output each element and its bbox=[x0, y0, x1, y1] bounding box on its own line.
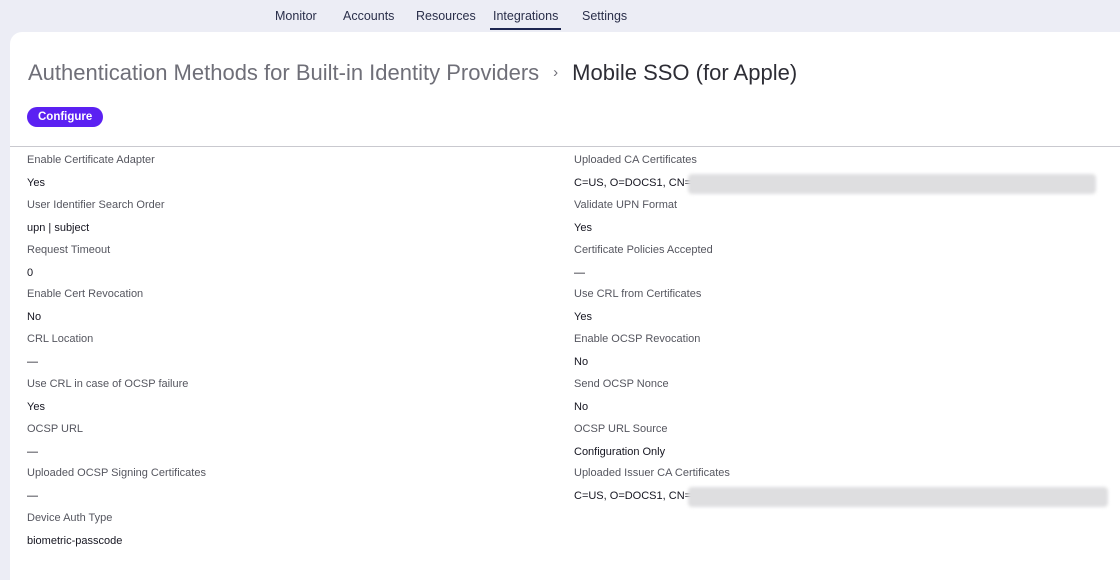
field-label: Enable Cert Revocation bbox=[27, 288, 144, 300]
field-certificate-policies-accepted: Certificate Policies Accepted — bbox=[574, 244, 713, 279]
breadcrumb-parent-link[interactable]: Authentication Methods for Built-in Iden… bbox=[28, 60, 539, 86]
field-value: — bbox=[574, 267, 585, 279]
breadcrumb: Authentication Methods for Built-in Iden… bbox=[28, 60, 797, 86]
field-label: Validate UPN Format bbox=[574, 199, 678, 211]
field-value: Yes bbox=[27, 401, 45, 413]
field-value: Configuration Only bbox=[574, 446, 666, 458]
field-label: Uploaded Issuer CA Certificates bbox=[574, 467, 730, 479]
tab-accounts[interactable]: Accounts bbox=[343, 9, 394, 23]
field-label: Use CRL from Certificates bbox=[574, 288, 702, 300]
field-crl-location: CRL Location — bbox=[27, 333, 93, 368]
field-label: Device Auth Type bbox=[27, 512, 113, 524]
tab-settings[interactable]: Settings bbox=[582, 9, 627, 23]
field-enable-cert-revocation: Enable Cert Revocation No bbox=[27, 288, 143, 323]
field-value: 0 bbox=[27, 267, 34, 279]
field-value: — bbox=[27, 356, 38, 368]
field-label: User Identifier Search Order bbox=[27, 199, 165, 211]
field-value: C=US, O=DOCS1, CN= bbox=[574, 177, 692, 189]
field-send-ocsp-nonce: Send OCSP Nonce No bbox=[574, 378, 669, 413]
page-title: Mobile SSO (for Apple) bbox=[572, 60, 798, 85]
field-value: No bbox=[27, 311, 42, 323]
field-label: Uploaded OCSP Signing Certificates bbox=[27, 467, 206, 479]
field-enable-ocsp-revocation: Enable OCSP Revocation No bbox=[574, 333, 700, 368]
field-label: Enable OCSP Revocation bbox=[574, 333, 701, 345]
chevron-right-icon: › bbox=[553, 63, 559, 81]
field-label: Certificate Policies Accepted bbox=[574, 244, 713, 256]
field-label: Enable Certificate Adapter bbox=[27, 154, 155, 166]
redacted-value bbox=[688, 174, 1096, 194]
redacted-value bbox=[688, 487, 1108, 507]
field-value: Yes bbox=[574, 222, 592, 234]
field-value: upn | subject bbox=[27, 222, 90, 234]
field-use-crl-ocsp-failure: Use CRL in case of OCSP failure Yes bbox=[27, 378, 188, 413]
field-label: OCSP URL Source bbox=[574, 423, 668, 435]
tab-monitor[interactable]: Monitor bbox=[275, 9, 317, 23]
field-label: OCSP URL bbox=[27, 423, 84, 435]
field-label: CRL Location bbox=[27, 333, 94, 345]
tab-integrations[interactable]: Integrations bbox=[489, 9, 562, 30]
field-value: — bbox=[27, 446, 38, 458]
main-panel: Authentication Methods for Built-in Iden… bbox=[10, 32, 1120, 580]
field-value: Yes bbox=[27, 177, 45, 189]
field-uploaded-ca-certificates: Uploaded CA Certificates C=US, O=DOCS1, … bbox=[574, 154, 697, 189]
field-ocsp-url-source: OCSP URL Source Configuration Only bbox=[574, 423, 668, 458]
divider bbox=[10, 146, 1120, 147]
field-value: biometric-passcode bbox=[27, 535, 123, 547]
field-device-auth-type: Device Auth Type biometric-passcode bbox=[27, 512, 122, 547]
field-value: No bbox=[574, 356, 589, 368]
field-label: Uploaded CA Certificates bbox=[574, 154, 697, 166]
field-value: No bbox=[574, 401, 589, 413]
field-value: — bbox=[27, 490, 38, 502]
field-label: Send OCSP Nonce bbox=[574, 378, 669, 390]
field-label: Use CRL in case of OCSP failure bbox=[27, 378, 189, 390]
field-request-timeout: Request Timeout 0 bbox=[27, 244, 110, 279]
field-label: Request Timeout bbox=[27, 244, 111, 256]
field-validate-upn-format: Validate UPN Format Yes bbox=[574, 199, 677, 234]
configure-button[interactable]: Configure bbox=[27, 107, 104, 127]
field-user-identifier-search-order: User Identifier Search Order upn | subje… bbox=[27, 199, 165, 234]
top-navigation: Monitor Accounts Resources Integrations … bbox=[0, 0, 1120, 32]
field-ocsp-url: OCSP URL — bbox=[27, 423, 83, 458]
field-value: Yes bbox=[574, 311, 592, 323]
tab-resources[interactable]: Resources bbox=[416, 9, 476, 23]
field-enable-certificate-adapter: Enable Certificate Adapter Yes bbox=[27, 154, 155, 189]
field-use-crl-from-certificates: Use CRL from Certificates Yes bbox=[574, 288, 701, 323]
field-uploaded-ocsp-signing-certificates: Uploaded OCSP Signing Certificates — bbox=[27, 467, 206, 502]
